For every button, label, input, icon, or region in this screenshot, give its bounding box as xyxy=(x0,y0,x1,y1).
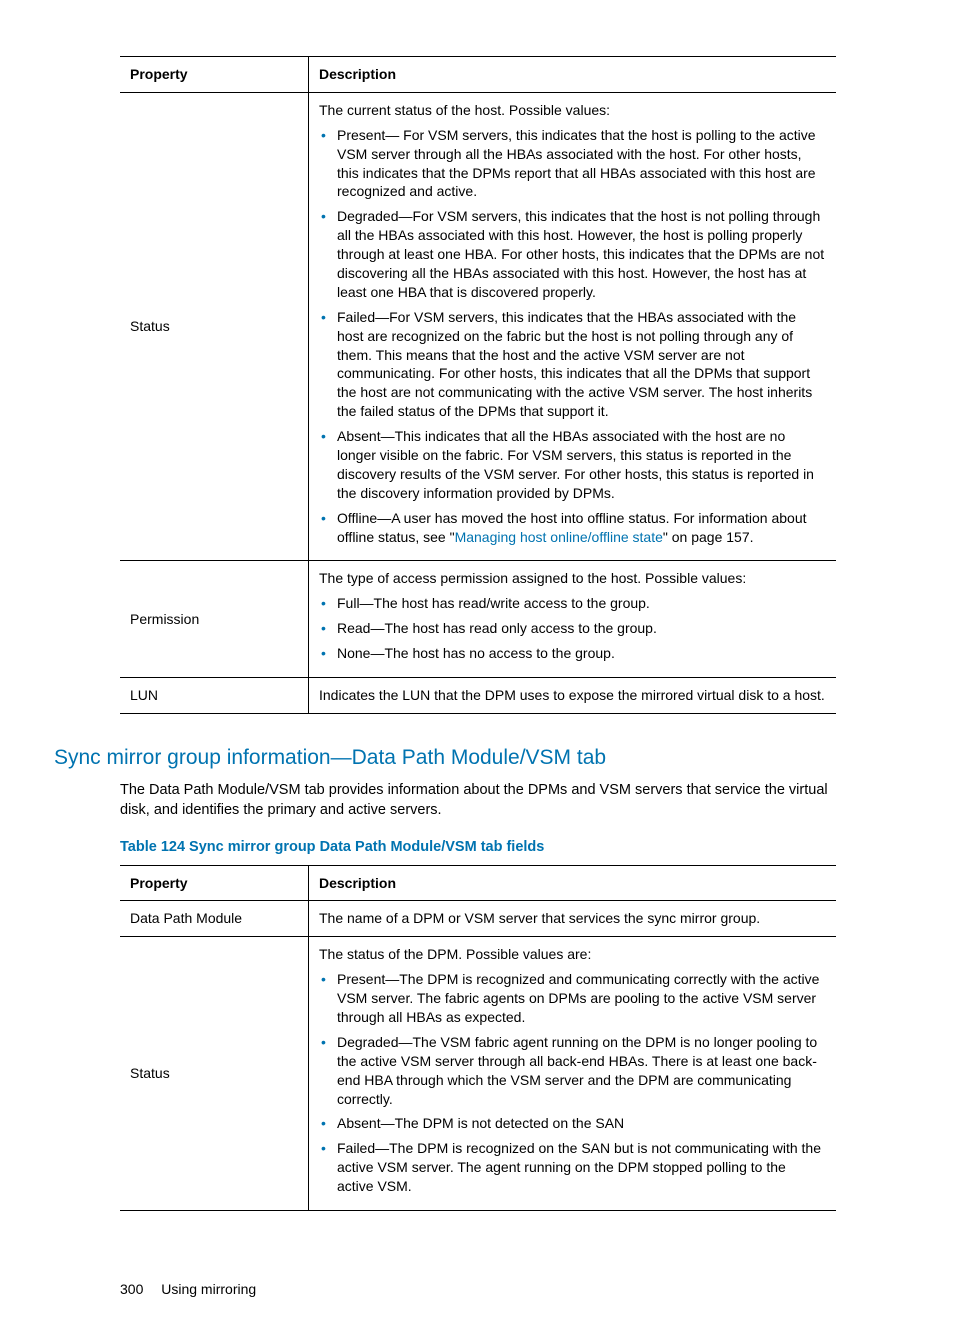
status-intro: The current status of the host. Possible… xyxy=(319,101,826,120)
list-item: Degraded—The VSM fabric agent running on… xyxy=(319,1033,826,1109)
property-cell: Status xyxy=(120,937,309,1211)
table-row: Data Path Module The name of a DPM or VS… xyxy=(120,901,836,937)
table-row: Permission The type of access permission… xyxy=(120,561,836,678)
footer-section-title: Using mirroring xyxy=(161,1281,256,1297)
list-item: Failed—The DPM is recognized on the SAN … xyxy=(319,1139,826,1196)
table-row: Status The current status of the host. P… xyxy=(120,92,836,561)
description-cell: The type of access permission assigned t… xyxy=(309,561,837,678)
permission-intro: The type of access permission assigned t… xyxy=(319,569,826,588)
column-header-property: Property xyxy=(120,865,309,901)
table-header-row: Property Description xyxy=(120,57,836,93)
description-cell: Indicates the LUN that the DPM uses to e… xyxy=(309,678,837,714)
list-item: Absent—This indicates that all the HBAs … xyxy=(319,427,826,503)
table-row: Status The status of the DPM. Possible v… xyxy=(120,937,836,1211)
property-cell: LUN xyxy=(120,678,309,714)
page-number: 300 xyxy=(120,1281,143,1297)
dpm-status-intro: The status of the DPM. Possible values a… xyxy=(319,945,826,964)
list-item: Degraded—For VSM servers, this indicates… xyxy=(319,207,826,301)
permission-values-list: Full—The host has read/write access to t… xyxy=(319,594,826,663)
column-header-description: Description xyxy=(309,865,837,901)
property-cell: Data Path Module xyxy=(120,901,309,937)
page-footer: 300 Using mirroring xyxy=(120,1281,836,1297)
property-cell: Permission xyxy=(120,561,309,678)
dpm-vsm-table: Property Description Data Path Module Th… xyxy=(120,865,836,1211)
property-cell: Status xyxy=(120,92,309,561)
list-item: Absent—The DPM is not detected on the SA… xyxy=(319,1114,826,1133)
managing-host-state-link[interactable]: Managing host online/offline state xyxy=(455,529,663,545)
section-heading: Sync mirror group information—Data Path … xyxy=(54,746,836,770)
table-row: LUN Indicates the LUN that the DPM uses … xyxy=(120,678,836,714)
list-item: Read—The host has read only access to th… xyxy=(319,619,826,638)
column-header-property: Property xyxy=(120,57,309,93)
list-item: Full—The host has read/write access to t… xyxy=(319,594,826,613)
table-header-row: Property Description xyxy=(120,865,836,901)
description-cell: The status of the DPM. Possible values a… xyxy=(309,937,837,1211)
description-cell: The name of a DPM or VSM server that ser… xyxy=(309,901,837,937)
table-caption: Table 124 Sync mirror group Data Path Mo… xyxy=(120,839,836,855)
list-item: Present—The DPM is recognized and commun… xyxy=(319,970,826,1027)
dpm-status-values-list: Present—The DPM is recognized and commun… xyxy=(319,970,826,1196)
list-item: None—The host has no access to the group… xyxy=(319,644,826,663)
offline-text-post: " on page 157. xyxy=(663,529,754,545)
status-values-list: Present— For VSM servers, this indicates… xyxy=(319,126,826,547)
section-body: The Data Path Module/VSM tab provides in… xyxy=(120,780,836,821)
list-item: Offline—A user has moved the host into o… xyxy=(319,509,826,547)
host-properties-table: Property Description Status The current … xyxy=(120,56,836,714)
list-item: Present— For VSM servers, this indicates… xyxy=(319,126,826,202)
list-item: Failed—For VSM servers, this indicates t… xyxy=(319,308,826,421)
document-page: Property Description Status The current … xyxy=(0,0,954,1337)
description-cell: The current status of the host. Possible… xyxy=(309,92,837,561)
column-header-description: Description xyxy=(309,57,837,93)
